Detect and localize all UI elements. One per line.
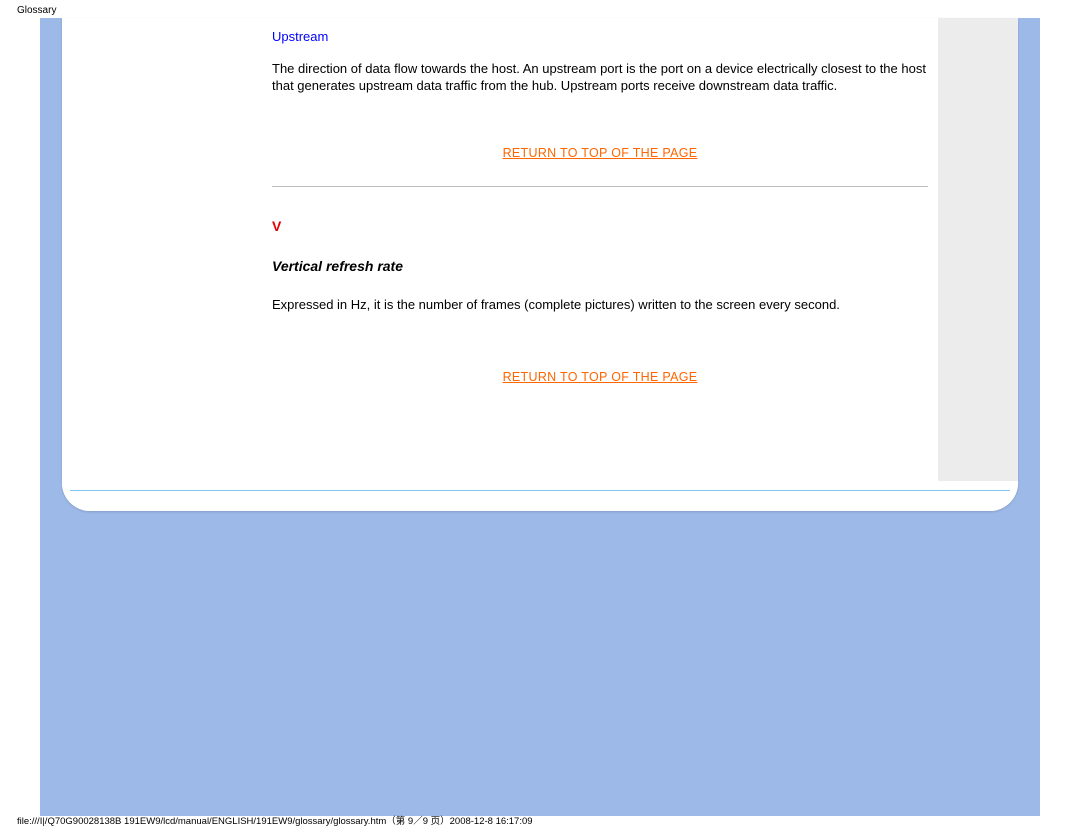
return-top-link[interactable]: RETURN TO TOP OF THE PAGE [272, 145, 928, 162]
sidebar [62, 18, 262, 481]
return-top-link-2[interactable]: RETURN TO TOP OF THE PAGE [272, 369, 928, 386]
card-bottom-divider [70, 490, 1010, 491]
card: Upstream The direction of data flow towa… [62, 18, 1018, 511]
card-inner: Upstream The direction of data flow towa… [62, 18, 1018, 511]
term-upstream: Upstream [272, 28, 928, 46]
background-panel: Upstream The direction of data flow towa… [40, 18, 1040, 816]
divider [272, 186, 928, 187]
def-vertical-refresh-rate: Expressed in Hz, it is the number of fra… [272, 296, 928, 314]
content: Upstream The direction of data flow towa… [262, 18, 938, 481]
right-shade [938, 18, 1018, 481]
footer-path: file:///I|/Q70G90028138B 191EW9/lcd/manu… [17, 813, 533, 827]
page: Glossary Upstream The direction of data … [0, 0, 1080, 834]
section-letter-v: V [272, 217, 928, 236]
def-upstream: The direction of data flow towards the h… [272, 60, 928, 95]
page-title: Glossary [17, 5, 56, 16]
term-vertical-refresh-rate: Vertical refresh rate [272, 257, 928, 276]
